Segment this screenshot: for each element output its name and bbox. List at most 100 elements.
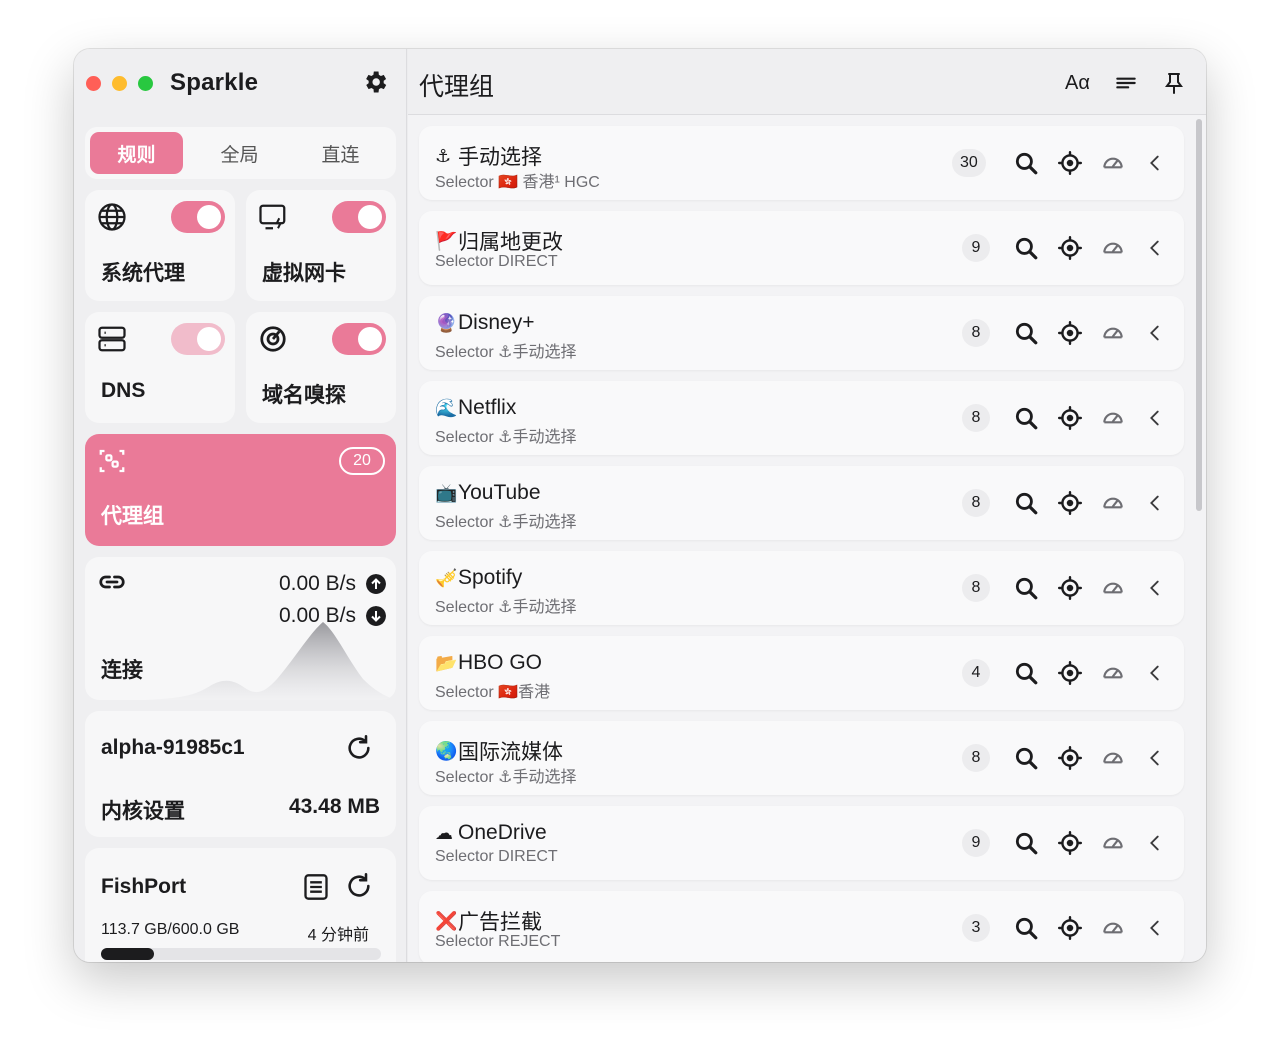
app-title: Sparkle	[170, 69, 259, 96]
chevron-left-icon[interactable]	[1144, 235, 1166, 261]
chevron-left-icon[interactable]	[1144, 830, 1166, 856]
globe-icon	[98, 203, 126, 231]
chevron-left-icon[interactable]	[1144, 575, 1166, 601]
chevron-left-icon[interactable]	[1144, 150, 1166, 176]
chevron-left-icon[interactable]	[1144, 490, 1166, 516]
pin-icon[interactable]	[1162, 69, 1186, 97]
group-name: 📂 HBO GO	[435, 651, 542, 675]
latency-test-icon[interactable]	[1100, 405, 1126, 431]
group-subtitle: Selector ⚓手动选择	[435, 599, 577, 616]
latency-test-icon[interactable]	[1100, 150, 1126, 176]
settings-gear-icon[interactable]	[361, 68, 389, 96]
group-emoji-icon: 🔮	[435, 313, 458, 333]
group-name: 📺 YouTube	[435, 481, 541, 505]
group-name: ❌ 广告拦截	[435, 906, 542, 936]
locate-icon[interactable]	[1057, 575, 1083, 601]
close-window-button[interactable]	[86, 76, 101, 91]
locate-icon[interactable]	[1057, 490, 1083, 516]
profile-usage-fill	[101, 948, 155, 960]
profile-document-icon[interactable]	[303, 873, 329, 901]
search-icon[interactable]	[1013, 235, 1039, 261]
search-icon[interactable]	[1013, 150, 1039, 176]
profile-card[interactable]: FishPort 113.7 GB/600.0 GB 4 分钟前	[85, 848, 396, 962]
chevron-left-icon[interactable]	[1144, 660, 1166, 686]
tab-direct-mode[interactable]: 直连	[290, 132, 391, 174]
latency-test-icon[interactable]	[1100, 745, 1126, 771]
font-size-button[interactable]: Aα	[1065, 69, 1090, 97]
minimize-window-button[interactable]	[112, 76, 127, 91]
search-icon[interactable]	[1013, 490, 1039, 516]
core-settings-card[interactable]: alpha-91985c1 内核设置 43.48 MB	[85, 711, 396, 837]
tab-rule-mode[interactable]: 规则	[90, 132, 183, 174]
group-count-badge: 9	[962, 234, 990, 262]
proxy-group-row[interactable]: ☁ OneDrive Selector DIRECT 9	[419, 806, 1184, 880]
dns-toggle[interactable]	[171, 323, 225, 355]
proxy-group-row[interactable]: ❌ 广告拦截 Selector REJECT 3	[419, 891, 1184, 962]
group-name-text: 手动选择	[458, 146, 542, 169]
group-count-badge: 8	[962, 404, 990, 432]
search-icon[interactable]	[1013, 915, 1039, 941]
refresh-profile-icon[interactable]	[345, 872, 373, 900]
locate-icon[interactable]	[1057, 660, 1083, 686]
latency-test-icon[interactable]	[1100, 490, 1126, 516]
locate-icon[interactable]	[1057, 320, 1083, 346]
sidebar-item-proxy-groups[interactable]: 20 代理组	[85, 434, 396, 546]
virtual-nic-card[interactable]: 虚拟网卡	[246, 190, 396, 301]
group-emoji-icon: 📂	[435, 653, 458, 673]
latency-test-icon[interactable]	[1100, 915, 1126, 941]
proxy-group-row[interactable]: 📂 HBO GO Selector 🇭🇰香港 4	[419, 636, 1184, 710]
locate-icon[interactable]	[1057, 915, 1083, 941]
search-icon[interactable]	[1013, 830, 1039, 856]
latency-test-icon[interactable]	[1100, 575, 1126, 601]
proxy-group-count-badge: 20	[339, 447, 385, 475]
locate-icon[interactable]	[1057, 150, 1083, 176]
chevron-left-icon[interactable]	[1144, 405, 1166, 431]
dns-card[interactable]: DNS	[85, 312, 235, 423]
search-icon[interactable]	[1013, 745, 1039, 771]
group-subtitle: Selector REJECT	[435, 933, 561, 950]
system-proxy-toggle[interactable]	[171, 201, 225, 233]
search-icon[interactable]	[1013, 405, 1039, 431]
sniffer-label: 域名嗅探	[262, 384, 346, 407]
latency-test-icon[interactable]	[1100, 235, 1126, 261]
sort-lines-icon[interactable]	[1113, 69, 1139, 97]
proxy-group-row[interactable]: 📺 YouTube Selector ⚓手动选择 8	[419, 466, 1184, 540]
proxy-groups-label: 代理组	[101, 505, 164, 528]
virtual-nic-toggle[interactable]	[332, 201, 386, 233]
connections-card[interactable]: 0.00 B/s 0.00 B/s 连接	[85, 557, 396, 700]
scrollbar[interactable]	[1195, 115, 1204, 962]
locate-icon[interactable]	[1057, 235, 1083, 261]
group-name-text: 广告拦截	[458, 911, 542, 934]
proxy-group-row[interactable]: ⚓ 手动选择 Selector 🇭🇰 香港¹ HGC 30	[419, 126, 1184, 200]
sniffer-toggle[interactable]	[332, 323, 386, 355]
sniffer-card[interactable]: 域名嗅探	[246, 312, 396, 423]
chevron-left-icon[interactable]	[1144, 745, 1166, 771]
tab-global-mode[interactable]: 全局	[189, 132, 290, 174]
zoom-window-button[interactable]	[138, 76, 153, 91]
proxy-group-row[interactable]: 🎺 Spotify Selector ⚓手动选择 8	[419, 551, 1184, 625]
locate-icon[interactable]	[1057, 745, 1083, 771]
search-icon[interactable]	[1013, 660, 1039, 686]
locate-icon[interactable]	[1057, 830, 1083, 856]
chevron-left-icon[interactable]	[1144, 320, 1166, 346]
proxy-group-row[interactable]: 🔮 Disney+ Selector ⚓手动选择 8	[419, 296, 1184, 370]
latency-test-icon[interactable]	[1100, 320, 1126, 346]
system-proxy-card[interactable]: 系统代理	[85, 190, 235, 301]
main-panel: 代理组 Aα ⚓ 手动选择 Selector 🇭🇰 香港¹ HGC 30 🚩 归…	[408, 49, 1206, 962]
proxy-group-row[interactable]: 🌊 Netflix Selector ⚓手动选择 8	[419, 381, 1184, 455]
locate-icon[interactable]	[1057, 405, 1083, 431]
restart-core-icon[interactable]	[345, 734, 373, 762]
group-emoji-icon: 🌊	[435, 398, 458, 418]
link-icon	[99, 575, 125, 589]
group-count-badge: 8	[962, 319, 990, 347]
profile-name: FishPort	[101, 875, 187, 898]
latency-test-icon[interactable]	[1100, 660, 1126, 686]
latency-test-icon[interactable]	[1100, 830, 1126, 856]
proxy-group-row[interactable]: 🚩 归属地更改 Selector DIRECT 9	[419, 211, 1184, 285]
search-icon[interactable]	[1013, 320, 1039, 346]
group-name: 🌏 国际流媒体	[435, 736, 563, 766]
scrollbar-thumb[interactable]	[1196, 119, 1202, 511]
chevron-left-icon[interactable]	[1144, 915, 1166, 941]
search-icon[interactable]	[1013, 575, 1039, 601]
proxy-group-row[interactable]: 🌏 国际流媒体 Selector ⚓手动选择 8	[419, 721, 1184, 795]
